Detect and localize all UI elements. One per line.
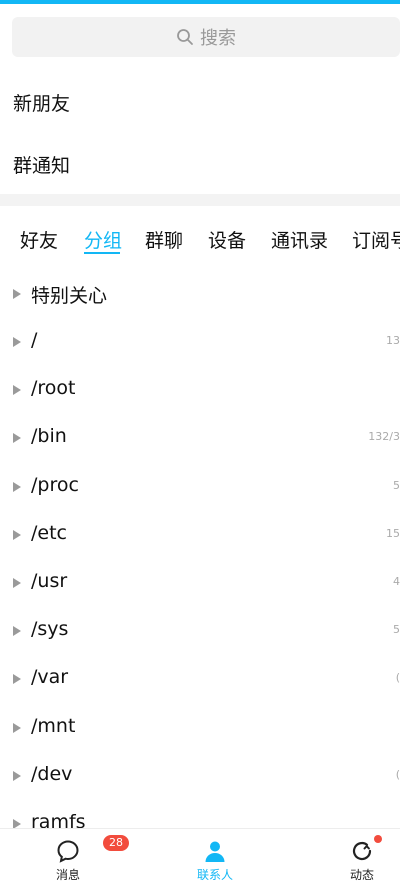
group-count: 13	[386, 334, 400, 347]
search-placeholder: 搜索	[200, 28, 236, 49]
nav-contacts-label: 联系人	[196, 868, 233, 882]
unread-badge: 28	[103, 835, 129, 851]
tab-devices[interactable]: 设备	[208, 226, 246, 253]
group-name: /mnt	[31, 715, 76, 737]
nav-messages[interactable]: 28 消息	[28, 829, 129, 889]
expand-arrow-icon	[13, 289, 21, 299]
group-count: 132/3	[368, 430, 400, 443]
bottom-navigation: 28 消息 联系人 动态	[0, 828, 400, 888]
expand-arrow-icon	[13, 674, 21, 684]
group-count: 4	[393, 575, 400, 588]
group-name: /var	[31, 666, 69, 688]
group-row[interactable]: /root	[0, 373, 400, 413]
tab-address-book[interactable]: 通讯录	[271, 226, 328, 253]
group-count: 15	[386, 527, 400, 540]
group-row[interactable]: /etc 15	[0, 518, 400, 558]
group-name: /root	[31, 377, 76, 399]
tab-subscriptions[interactable]: 订阅号	[352, 226, 400, 253]
search-bar[interactable]: 搜索	[12, 17, 400, 57]
tab-groups[interactable]: 分组	[84, 226, 122, 253]
group-count: 5	[393, 479, 400, 492]
tab-friends[interactable]: 好友	[20, 226, 58, 253]
group-row[interactable]: /var (	[0, 662, 400, 702]
nav-moments-label: 动态	[349, 868, 374, 882]
group-notices-entry[interactable]: 群通知	[13, 151, 70, 178]
expand-arrow-icon	[13, 578, 21, 588]
group-name: 特别关心	[31, 285, 108, 307]
group-name: /usr	[31, 570, 68, 592]
top-accent-bar	[0, 0, 400, 4]
group-name: /proc	[31, 474, 79, 496]
person-icon	[205, 841, 225, 862]
expand-arrow-icon	[13, 530, 21, 540]
message-bubble-icon	[57, 840, 79, 863]
nav-messages-label: 消息	[55, 868, 80, 882]
notification-dot	[374, 835, 382, 843]
group-count: 5	[393, 623, 400, 636]
group-row[interactable]: / 13	[0, 325, 400, 365]
contact-tabs: 好友 分组 群聊 设备 通讯录 订阅号	[0, 222, 400, 256]
group-name: /	[31, 329, 38, 351]
expand-arrow-icon	[13, 482, 21, 492]
group-count: (	[395, 768, 400, 781]
tab-group-chats[interactable]: 群聊	[145, 226, 183, 253]
group-row[interactable]: /bin 132/3	[0, 421, 400, 461]
new-friends-entry[interactable]: 新朋友	[13, 89, 70, 116]
expand-arrow-icon	[13, 626, 21, 636]
group-row[interactable]: /dev (	[0, 759, 400, 799]
section-divider	[0, 194, 400, 206]
refresh-star-icon	[352, 841, 372, 861]
group-name: /bin	[31, 425, 67, 447]
expand-arrow-icon	[13, 771, 21, 781]
group-name: /dev	[31, 763, 73, 785]
expand-arrow-icon	[13, 337, 21, 347]
expand-arrow-icon	[13, 385, 21, 395]
expand-arrow-icon	[13, 723, 21, 733]
group-count: (	[395, 671, 400, 684]
group-row[interactable]: /sys 5	[0, 614, 400, 654]
nav-contacts[interactable]: 联系人	[175, 829, 255, 889]
expand-arrow-icon	[13, 433, 21, 443]
nav-moments[interactable]: 动态	[322, 829, 400, 889]
group-row[interactable]: /usr 4	[0, 566, 400, 606]
group-row[interactable]: /mnt	[0, 711, 400, 751]
group-name: /etc	[31, 522, 67, 544]
group-row[interactable]: /proc 5	[0, 470, 400, 510]
search-icon	[177, 29, 193, 45]
active-tab-indicator	[84, 252, 120, 254]
group-name: /sys	[31, 618, 69, 640]
group-row[interactable]: 特别关心	[0, 277, 400, 317]
